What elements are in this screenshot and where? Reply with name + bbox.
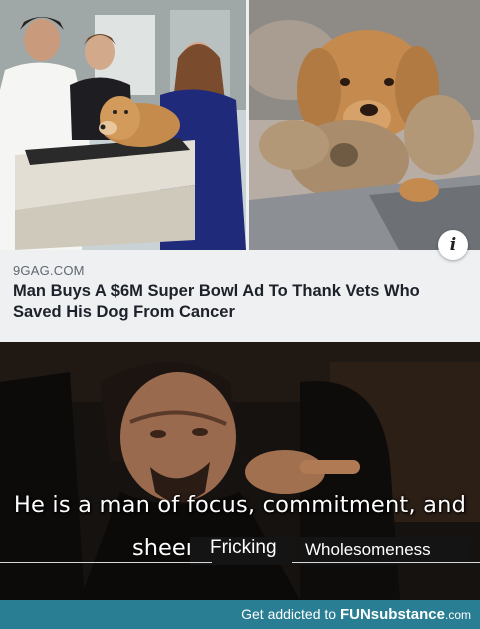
vets-with-dog-photo [0, 0, 246, 250]
footer-brand: FUNsubstance [339, 606, 445, 623]
edit-underline [0, 562, 212, 563]
subtitle-edit-word-2: Wholesomeness [305, 540, 431, 559]
subtitle-edit-word-1: Fricking [210, 537, 277, 558]
info-icon[interactable]: i [438, 230, 468, 260]
footer-prefix: Get addicted to [241, 606, 340, 622]
dog-with-plush-photo [249, 0, 480, 250]
subtitle-line-2: sheeı Fricking Wholesomeness [0, 535, 480, 565]
site-footer[interactable]: Get addicted to FUNsubstance.com [0, 600, 480, 629]
footer-suffix: .com [444, 608, 471, 622]
source-domain[interactable]: 9GAG.COM [13, 263, 85, 278]
subtitle-line-1: He is a man of focus, commitment, and [13, 492, 467, 518]
subtitle-original-word: sheeı [132, 535, 192, 561]
article-headline[interactable]: Man Buys A $6M Super Bowl Ad To Thank Ve… [13, 281, 463, 323]
footer-tagline[interactable]: Get addicted to FUNsubstance.com [241, 606, 471, 623]
news-card[interactable]: i 9GAG.COM Man Buys A $6M Super Bowl Ad … [0, 0, 480, 342]
edit-underline [292, 562, 480, 563]
